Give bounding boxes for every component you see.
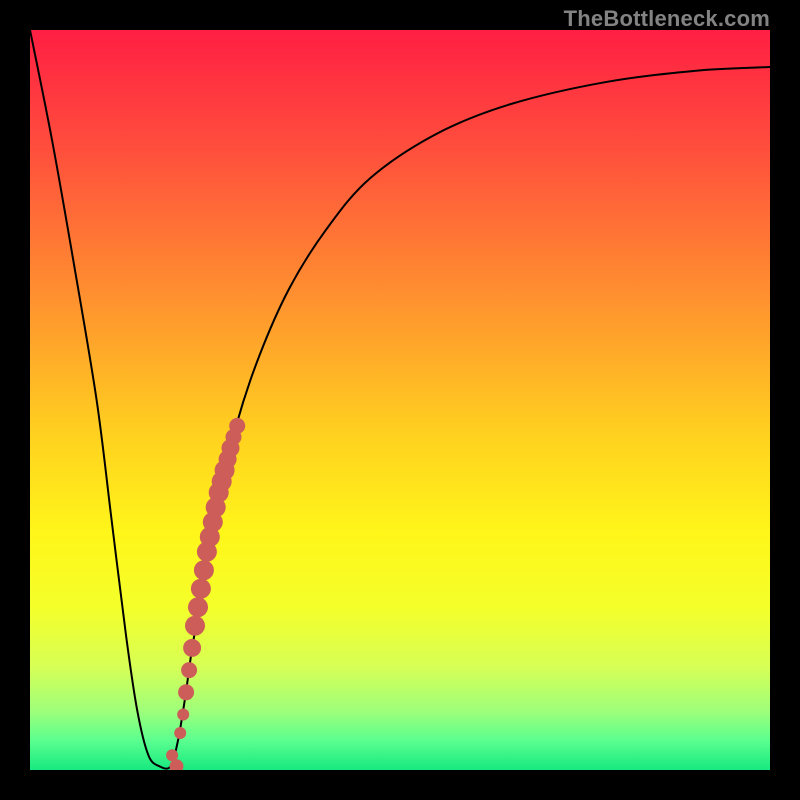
watermark-text: TheBottleneck.com	[564, 6, 770, 32]
chart-svg	[30, 30, 770, 770]
highlight-marker	[174, 727, 186, 739]
highlight-marker	[177, 709, 189, 721]
highlight-marker	[188, 597, 208, 617]
highlight-marker	[194, 560, 214, 580]
highlight-marker	[191, 579, 211, 599]
chart-plot-area	[30, 30, 770, 770]
highlight-marker	[183, 639, 201, 657]
gradient-background	[30, 30, 770, 770]
highlight-marker	[178, 684, 194, 700]
highlight-marker	[229, 418, 245, 434]
highlight-marker	[185, 616, 205, 636]
highlight-marker	[181, 662, 197, 678]
